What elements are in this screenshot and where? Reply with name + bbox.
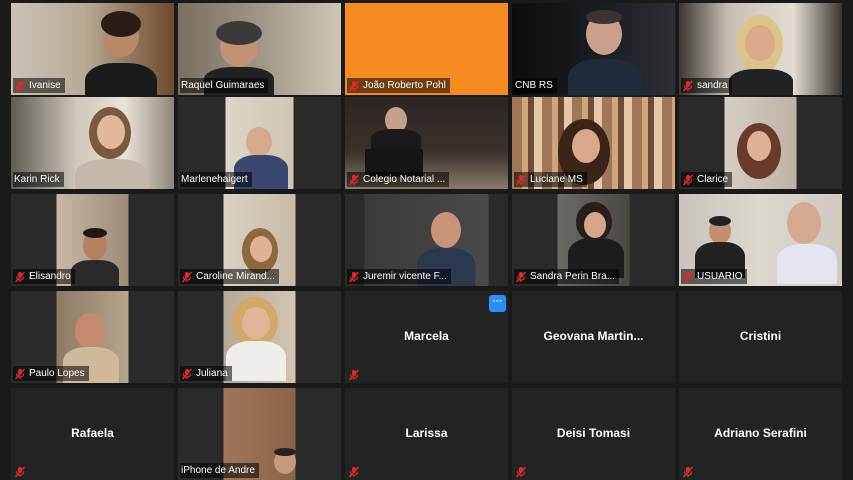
mic-muted-icon	[515, 173, 527, 186]
participant-tile-raquel[interactable]: Raquel Guimaraes	[178, 3, 341, 95]
participant-name-label: Ivanise	[13, 78, 65, 93]
participant-tile-colegio[interactable]: Colegio Notarial ...	[345, 97, 508, 189]
participant-tile-luciane[interactable]: Luciane MS	[512, 97, 675, 189]
participant-name-label: Sandra Perin Bra...	[514, 269, 620, 284]
participant-tile-marcela[interactable]: Marcela ···	[345, 291, 508, 383]
participant-tile-juliana[interactable]: Juliana	[178, 291, 341, 383]
participant-name: Rafaela	[71, 426, 114, 440]
mic-muted-icon	[348, 270, 360, 283]
participant-tile-sandra[interactable]: sandra	[679, 3, 842, 95]
mic-muted-icon	[348, 368, 360, 381]
participant-name-label: Colegio Notarial ...	[347, 172, 450, 187]
participant-name-label: iPhone de Andre	[180, 463, 259, 478]
participant-tile-paulo[interactable]: Paulo Lopes	[11, 291, 174, 383]
mic-muted-icon	[348, 173, 360, 186]
participant-name-label: CNB RS	[514, 78, 557, 93]
participant-tile-juremir[interactable]: Juremir vicente F...	[345, 194, 508, 286]
more-options-button[interactable]: ···	[489, 295, 506, 312]
mic-muted-icon	[181, 270, 193, 283]
participant-tile-karin[interactable]: Karin Rick	[11, 97, 174, 189]
participant-tile-rafaela[interactable]: Rafaela	[11, 388, 174, 480]
participant-tile-iphone-andre[interactable]: iPhone de Andre	[178, 388, 341, 480]
participant-name: Geovana Martin...	[543, 329, 644, 343]
mic-muted-icon	[682, 173, 694, 186]
mic-muted-icon	[682, 79, 694, 92]
participant-name: Cristini	[739, 329, 782, 343]
mic-muted-icon	[348, 465, 360, 478]
participant-tile-joao[interactable]: João Roberto Pohl	[345, 3, 508, 95]
participant-name-label: sandra	[681, 78, 732, 93]
mic-muted-icon	[14, 367, 26, 380]
participant-tile-adriano[interactable]: Adriano Serafini	[679, 388, 842, 480]
mic-muted-icon	[682, 270, 694, 283]
participant-tile-deisi[interactable]: Deisi Tomasi	[512, 388, 675, 480]
participant-name: Larissa	[405, 426, 448, 440]
participant-name-label: USUARIO	[681, 269, 747, 284]
gallery-view-grid: Ivanise Raquel Guimaraes João Roberto Po…	[0, 0, 853, 480]
mic-muted-icon	[515, 270, 527, 283]
participant-tile-larissa[interactable]: Larissa	[345, 388, 508, 480]
participant-name-label: Marlenehaigert	[180, 172, 252, 187]
participant-tile-elisandro[interactable]: Elisandro	[11, 194, 174, 286]
mic-muted-icon	[348, 79, 360, 92]
participant-name-label: Raquel Guimaraes	[180, 78, 269, 93]
participant-tile-cristini[interactable]: Cristini	[679, 291, 842, 383]
mic-muted-icon	[515, 465, 527, 478]
participant-name-label: Elisandro	[13, 269, 75, 284]
participant-name: Marcela	[404, 329, 449, 343]
participant-tile-usuario[interactable]: USUARIO	[679, 194, 842, 286]
mic-muted-icon	[682, 465, 694, 478]
mic-muted-icon	[14, 270, 26, 283]
participant-tile-caroline[interactable]: Caroline Mirand...	[178, 194, 341, 286]
participant-tile-ivanise[interactable]: Ivanise	[11, 3, 174, 95]
participant-tile-marlene[interactable]: Marlenehaigert	[178, 97, 341, 189]
participant-name: Adriano Serafini	[714, 426, 807, 440]
participant-tile-clarice[interactable]: Clarice	[679, 97, 842, 189]
participant-name-label: Caroline Mirand...	[180, 269, 279, 284]
participant-tile-cnb-rs[interactable]: CNB RS	[512, 3, 675, 95]
participant-name: Deisi Tomasi	[556, 426, 631, 440]
mic-muted-icon	[14, 465, 26, 478]
participant-name-label: Juliana	[180, 366, 232, 381]
participant-name-label: Luciane MS	[514, 172, 587, 187]
participant-tile-sandra-perin[interactable]: Sandra Perin Bra...	[512, 194, 675, 286]
participant-name-label: Juremir vicente F...	[347, 269, 451, 284]
participant-name-label: Paulo Lopes	[13, 366, 89, 381]
participant-tile-geovana[interactable]: Geovana Martin...	[512, 291, 675, 383]
mic-muted-icon	[14, 79, 26, 92]
mic-muted-icon	[181, 367, 193, 380]
participant-name-label: João Roberto Pohl	[347, 78, 450, 93]
participant-name-label: Karin Rick	[13, 172, 64, 187]
participant-name-label: Clarice	[681, 172, 733, 187]
